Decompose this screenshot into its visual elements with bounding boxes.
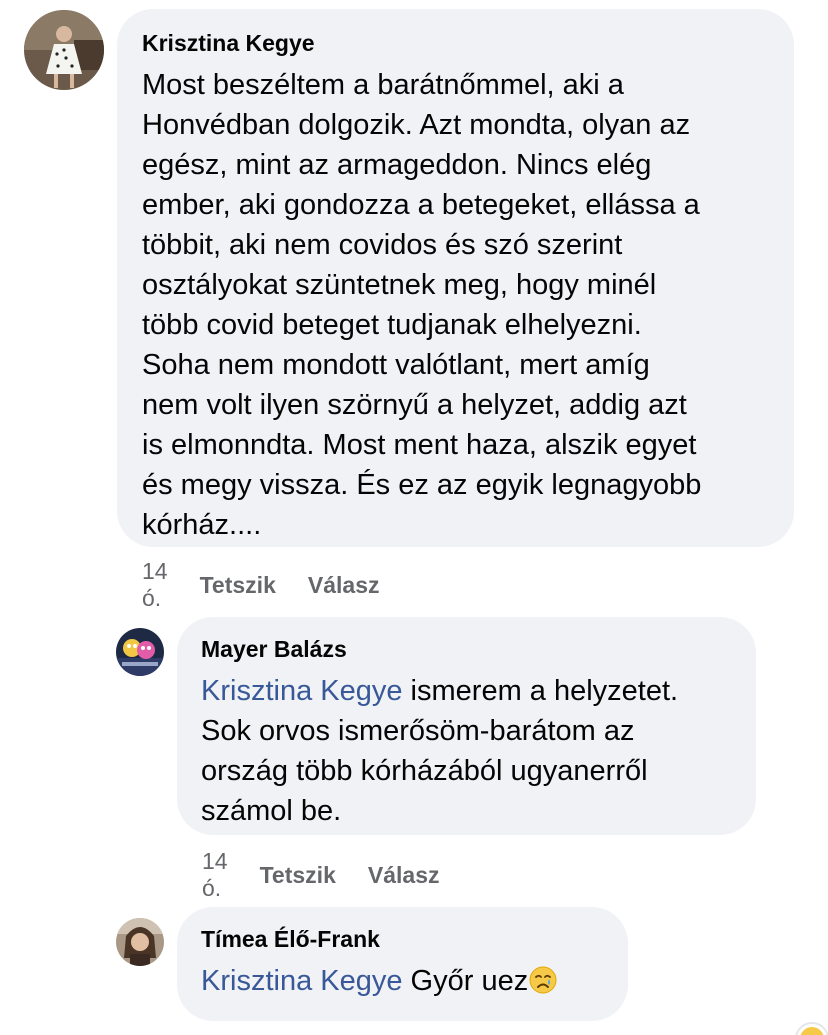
- comment-text-line: nem volt ilyen szörnyű a helyzet, addig …: [142, 389, 687, 421]
- comment-text-line: több covid beteget tudjanak elhelyezni.: [142, 309, 642, 341]
- comment-text-line: osztályokat szüntetnek meg, hogy minél: [142, 269, 657, 301]
- comment-text-line: Most beszéltem a barátnőmmel, aki a: [142, 69, 624, 101]
- comment-text-line: Krisztina Kegye ismerem a helyzetet.: [201, 671, 732, 711]
- comment-text-line: Soha nem mondott valótlant, mert amíg: [142, 349, 650, 381]
- comment-text-line: egész, mint az armageddon. Nincs elég: [142, 149, 652, 181]
- comment-actions: 14 ó. Tetszik Válasz: [142, 558, 379, 612]
- avatar[interactable]: [116, 628, 164, 676]
- author-name[interactable]: Tímea Élő-Frank: [201, 925, 604, 953]
- comment-text: Győr uez: [402, 965, 529, 997]
- comment-text-line: ország több kórházából ugyanerről: [201, 755, 648, 787]
- comment-text-line: Krisztina Kegye Győr uez: [201, 961, 604, 1001]
- comment-text-line: és megy vissza. És ez az egyik legnagyob…: [142, 469, 702, 501]
- mention-link[interactable]: Krisztina Kegye: [201, 965, 403, 997]
- author-name[interactable]: Krisztina Kegye: [142, 29, 768, 57]
- crying-face-icon: [529, 965, 557, 994]
- comment-bubble: Mayer Balázs Krisztina Kegye ismerem a h…: [177, 617, 756, 835]
- reply-button[interactable]: Válasz: [368, 862, 440, 889]
- like-button[interactable]: Tetszik: [200, 572, 276, 599]
- avatar[interactable]: [24, 10, 104, 90]
- comment-text-line: is elmonndta. Most ment haza, alszik egy…: [142, 429, 697, 461]
- like-button[interactable]: Tetszik: [260, 862, 336, 889]
- comment-bubble: Krisztina Kegye Most beszéltem a barátnő…: [117, 9, 794, 547]
- comment-text-line: számol be.: [201, 795, 342, 827]
- comment-text-line: többit, aki nem covidos és szó szerint: [142, 229, 623, 261]
- comment-text-line: kórház....: [142, 509, 262, 541]
- timestamp[interactable]: 14 ó.: [142, 558, 168, 612]
- reaction-badge[interactable]: [782, 1013, 828, 1035]
- timestamp[interactable]: 14 ó.: [202, 848, 228, 902]
- comment-text-line: Honvédban dolgozik. Azt mondta, olyan az: [142, 109, 691, 141]
- comment-actions: 14 ó. Tetszik Válasz: [202, 848, 439, 902]
- author-name[interactable]: Mayer Balázs: [201, 635, 732, 663]
- mention-link[interactable]: Krisztina Kegye: [201, 675, 403, 707]
- comment-text: ismerem a helyzetet.: [402, 675, 679, 707]
- comment-text-line: Sok orvos ismerősöm-barátom az: [201, 715, 635, 747]
- reply-button[interactable]: Válasz: [308, 572, 380, 599]
- comment-bubble: Tímea Élő-Frank Krisztina Kegye Győr uez: [177, 907, 628, 1021]
- avatar[interactable]: [116, 918, 164, 966]
- comment-text-line: ember, aki gondozza a betegeket, ellássa…: [142, 189, 700, 221]
